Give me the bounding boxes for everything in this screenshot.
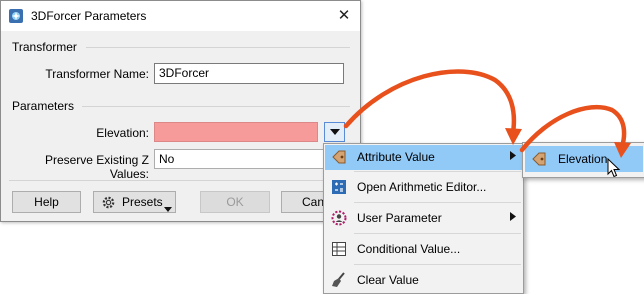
value-context-menu: Attribute Value Open Arithmetic Editor..… <box>323 143 524 294</box>
title-bar[interactable]: 3DForcer Parameters ✕ <box>1 1 360 31</box>
elevation-label: Elevation: <box>96 126 149 140</box>
dropdown-arrow-icon <box>164 199 172 219</box>
submenu-arrow-icon <box>510 151 516 162</box>
parameters-group-label: Parameters <box>12 99 75 113</box>
attribute-value-icon <box>531 151 547 170</box>
attribute-submenu: Elevation <box>522 142 644 178</box>
group-divider <box>82 106 350 107</box>
attribute-value-icon <box>331 149 347 165</box>
elevation-input[interactable] <box>154 122 318 142</box>
presets-button[interactable]: Presets <box>93 191 176 213</box>
preserve-z-label: Preserve Existing Z Values: <box>44 153 149 181</box>
presets-label: Presets <box>122 195 163 209</box>
button-row-divider <box>9 180 352 181</box>
help-button[interactable]: Help <box>12 191 81 213</box>
menu-item-open-arithmetic-editor[interactable]: Open Arithmetic Editor... <box>325 175 522 200</box>
dialog-title: 3DForcer Parameters <box>31 9 147 23</box>
preserve-z-value: No <box>159 152 175 166</box>
annotation-arrow-to-attribute-value <box>343 69 517 136</box>
arithmetic-editor-icon <box>331 179 347 195</box>
menu-item-label: Clear Value <box>357 273 419 287</box>
user-parameter-icon <box>331 210 347 226</box>
menu-item-attribute-value[interactable]: Attribute Value <box>325 145 522 170</box>
dropdown-arrow-icon <box>329 129 340 135</box>
menu-item-user-parameter[interactable]: User Parameter <box>325 206 522 231</box>
menu-item-label: Conditional Value... <box>357 242 461 256</box>
menu-item-conditional-value[interactable]: Conditional Value... <box>325 237 522 262</box>
menu-item-label: Open Arithmetic Editor... <box>357 180 487 194</box>
close-button[interactable]: ✕ <box>334 6 354 26</box>
menu-separator <box>354 233 521 234</box>
ok-button[interactable]: OK <box>200 191 270 213</box>
preserve-z-select[interactable]: No <box>154 149 344 169</box>
menu-separator <box>354 202 521 203</box>
fme-app-icon <box>8 8 24 24</box>
gear-icon <box>101 195 116 216</box>
elevation-menu-button[interactable] <box>324 122 345 142</box>
menu-separator <box>354 264 521 265</box>
mouse-pointer-icon <box>607 157 621 181</box>
clear-value-icon <box>331 272 347 288</box>
conditional-value-icon <box>331 241 347 257</box>
group-divider <box>86 47 350 48</box>
menu-item-clear-value[interactable]: Clear Value <box>325 268 522 293</box>
menu-item-label: User Parameter <box>357 211 442 225</box>
submenu-item-elevation[interactable]: Elevation <box>525 146 643 172</box>
submenu-arrow-icon <box>510 212 516 223</box>
submenu-item-label: Elevation <box>558 152 608 166</box>
transformer-group-label: Transformer <box>12 40 77 54</box>
transformer-name-label: Transformer Name: <box>45 67 149 81</box>
transformer-name-input[interactable]: 3DForcer <box>154 63 344 84</box>
menu-item-label: Attribute Value <box>357 150 435 164</box>
parameters-dialog: 3DForcer Parameters ✕ Transformer Transf… <box>0 0 361 222</box>
menu-separator <box>354 171 521 172</box>
